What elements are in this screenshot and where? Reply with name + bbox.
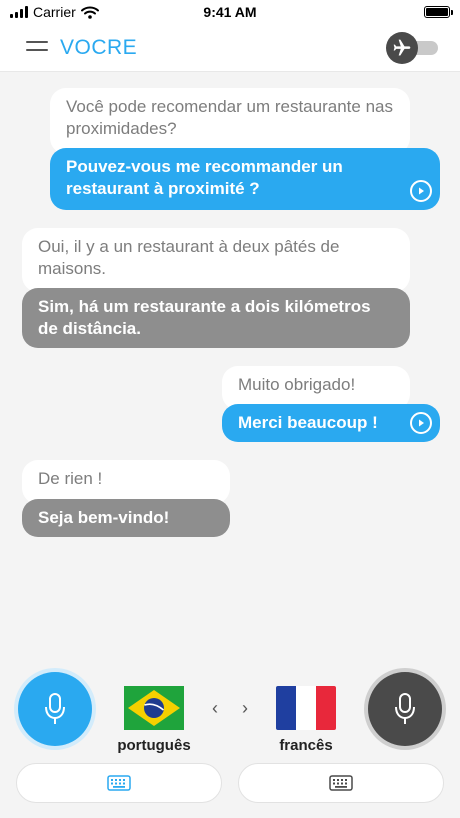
play-icon[interactable] [410, 180, 432, 202]
flight-mode-toggle[interactable] [386, 32, 440, 64]
status-bar: Carrier 9:41 AM [0, 0, 460, 24]
message-source-text: Você pode recomendar um restaurante nas … [50, 88, 410, 154]
message-translation: Merci beaucoup ! [222, 404, 440, 442]
right-microphone-button[interactable] [368, 672, 442, 746]
source-text: De rien ! [38, 469, 103, 488]
brazil-flag[interactable] [124, 686, 184, 730]
keyboard-icon [107, 775, 131, 791]
source-text: Oui, il y a un restaurant à deux pâtés d… [38, 237, 340, 278]
message-translation: Seja bem-vindo! [22, 499, 230, 537]
app-logo: VOCRE [60, 36, 138, 59]
france-flag[interactable] [276, 686, 336, 730]
battery-icon [424, 6, 453, 18]
message-source-text: Oui, il y a un restaurant à deux pâtés d… [22, 228, 410, 292]
hamburger-menu-icon[interactable] [26, 41, 48, 53]
message-translation: Sim, há um restaurante a dois kilómetros… [22, 288, 410, 348]
translation-text: Merci beaucoup ! [238, 413, 378, 432]
chevron-right-icon: › [242, 698, 248, 718]
right-language-label: francês [279, 737, 333, 754]
microphone-icon [395, 693, 415, 724]
signal-icon [10, 6, 28, 18]
keyboard-icon [329, 775, 353, 791]
translation-text: Seja bem-vindo! [38, 508, 170, 527]
play-icon[interactable] [410, 412, 432, 434]
chevron-left-icon: ‹ [212, 698, 218, 718]
swap-languages-button[interactable]: ‹ › [212, 698, 248, 718]
source-text: Muito obrigado! [238, 375, 356, 394]
left-microphone-button[interactable] [18, 672, 92, 746]
message-source-text: De rien ! [22, 460, 230, 504]
right-keyboard-button[interactable] [238, 763, 444, 803]
source-text: Você pode recomendar um restaurante nas … [66, 97, 393, 138]
carrier-label: Carrier [33, 4, 76, 20]
message-translation: Pouvez-vous me recommander un restaurant… [50, 148, 440, 210]
microphone-icon [45, 693, 65, 724]
status-left: Carrier [10, 4, 99, 20]
wifi-icon [80, 6, 99, 19]
left-language-label: português [117, 737, 191, 754]
translation-text: Sim, há um restaurante a dois kilómetros… [38, 297, 371, 338]
airplane-icon [386, 32, 418, 64]
left-keyboard-button[interactable] [16, 763, 222, 803]
app-header: VOCRE [0, 24, 460, 72]
translation-text: Pouvez-vous me recommander un restaurant… [66, 157, 343, 198]
